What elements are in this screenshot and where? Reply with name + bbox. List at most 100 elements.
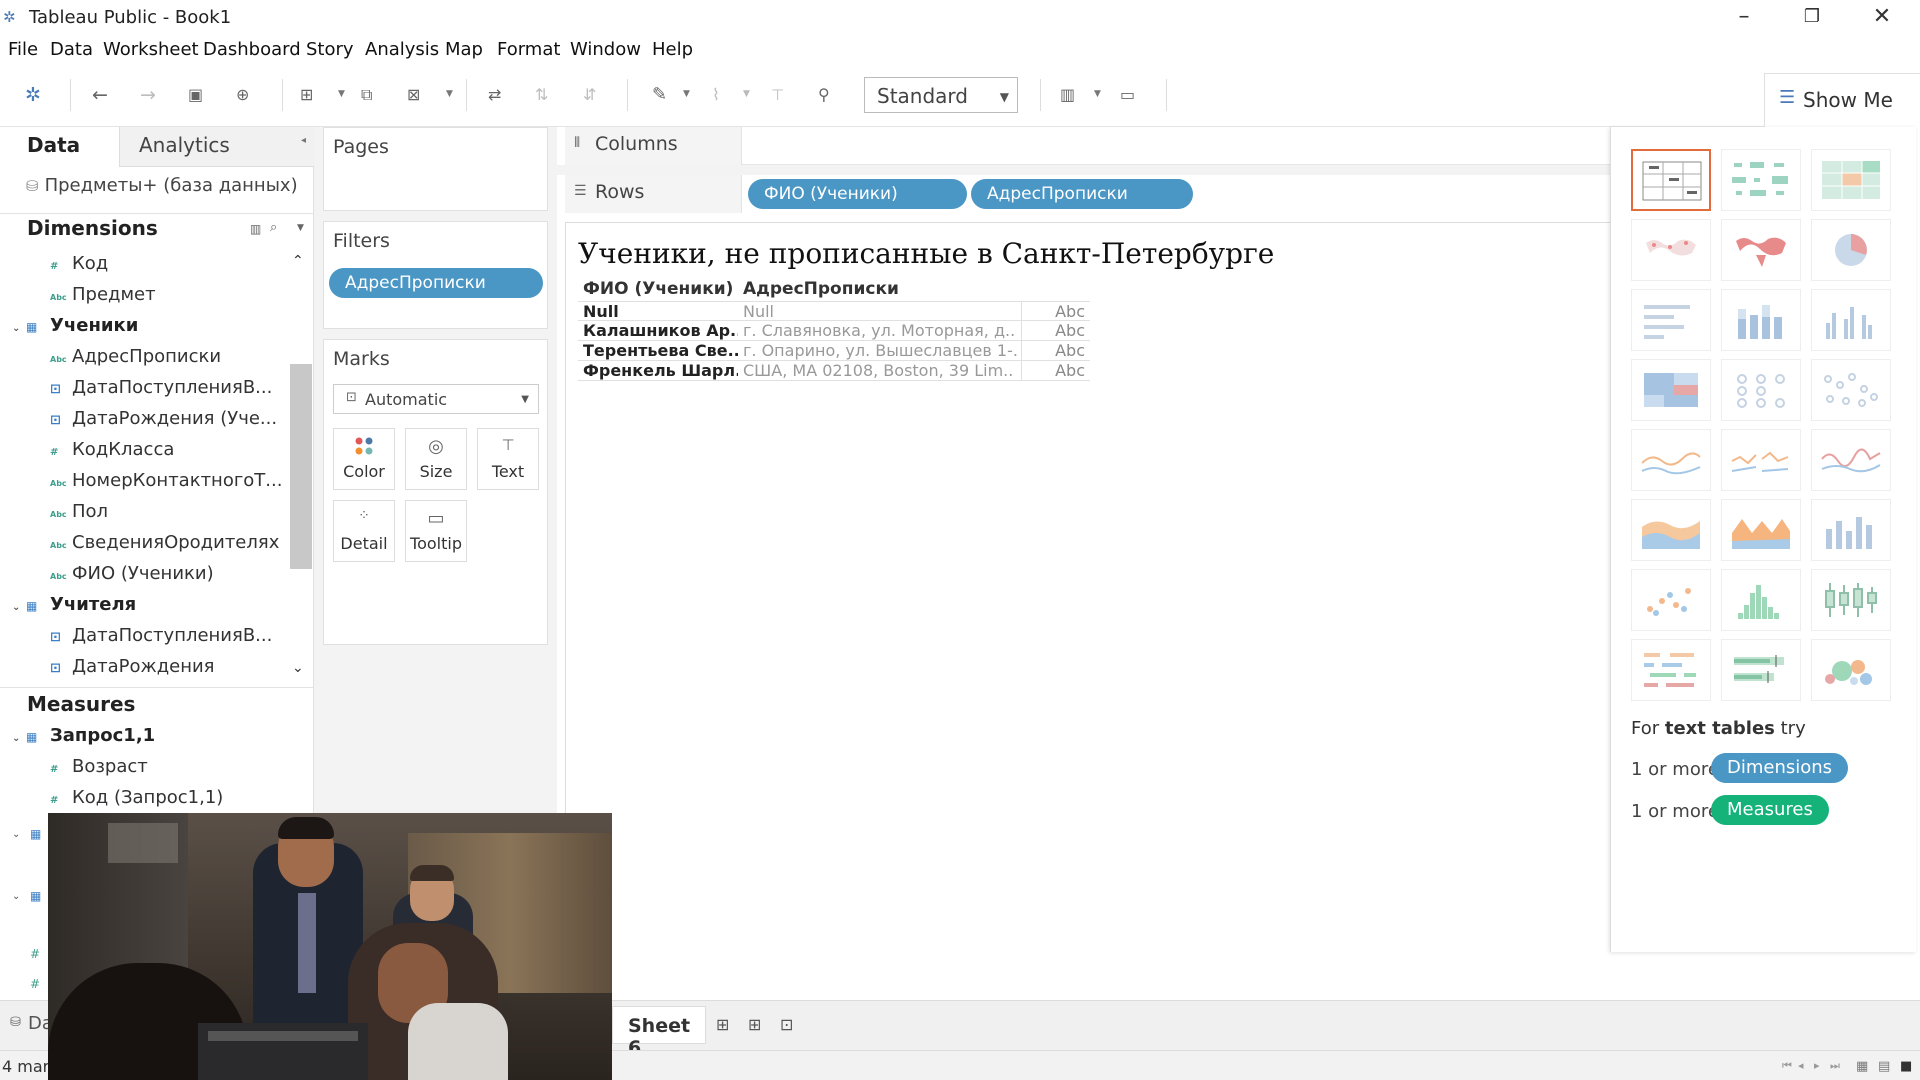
chart-type-text-table[interactable] xyxy=(1631,149,1711,211)
chart-type-area-discrete[interactable] xyxy=(1721,499,1801,561)
scroll-down-icon[interactable]: ⌄ xyxy=(292,660,304,676)
field-teacher-birth-date[interactable]: ⊡ ДатаРождения xyxy=(50,656,215,686)
chart-type-horizontal-bars[interactable] xyxy=(1631,289,1711,351)
menu-dashboard[interactable]: Dashboard xyxy=(203,39,301,60)
chart-type-side-by-side-bars[interactable] xyxy=(1811,289,1891,351)
viz-canvas[interactable]: Ученики, не прописанные в Санкт-Петербур… xyxy=(565,222,1610,1000)
table-row[interactable]: Френкель Шарл.. США, MA 02108, Boston, 3… xyxy=(578,361,1090,381)
chart-type-packed-bubbles[interactable] xyxy=(1811,639,1891,701)
pages-card[interactable]: Pages xyxy=(323,127,548,211)
header-student-name[interactable]: ФИО (Ученики) xyxy=(583,279,733,299)
chart-type-gantt[interactable] xyxy=(1631,639,1711,701)
chart-type-stacked-bars[interactable] xyxy=(1721,289,1801,351)
chevron-down-icon[interactable]: ⌄ xyxy=(12,891,20,902)
chart-type-circle-views[interactable] xyxy=(1721,359,1801,421)
menu-window[interactable]: Window xyxy=(570,39,641,60)
highlight-icon[interactable]: ✎ xyxy=(652,82,667,108)
field-teacher-admission-date[interactable]: ⊡ ДатаПоступленияВ... xyxy=(50,625,272,655)
scroll-up-icon[interactable]: ⌃ xyxy=(292,253,304,269)
grid-view-icon[interactable]: ▦ xyxy=(1856,1059,1868,1074)
tab-analytics[interactable]: Analytics ◂ xyxy=(119,127,314,167)
undo-icon[interactable]: ← xyxy=(92,82,108,108)
mark-type-select[interactable]: ⊡ Automatic ▼ xyxy=(333,384,539,414)
chart-type-discrete-lines[interactable] xyxy=(1721,429,1801,491)
add-datasource-icon[interactable]: ⊕ xyxy=(236,82,249,108)
restore-button[interactable]: ❐ xyxy=(1782,2,1842,32)
datasource-item[interactable]: ⛁ Предметы+ (база данных) xyxy=(26,175,298,196)
clear-sheet-icon[interactable]: ⊠ xyxy=(407,82,420,108)
row-pill-address[interactable]: АдресПрописки xyxy=(971,179,1193,209)
new-worksheet-icon[interactable]: ⊞ xyxy=(716,1015,729,1034)
chart-type-area-continuous[interactable] xyxy=(1631,499,1711,561)
chart-type-dual-lines[interactable] xyxy=(1811,429,1891,491)
detail-button[interactable]: ⁘ Detail xyxy=(333,500,395,562)
field-address[interactable]: Abc АдресПрописки xyxy=(50,346,221,376)
header-address[interactable]: АдресПрописки xyxy=(743,279,899,299)
chart-type-histogram[interactable] xyxy=(1721,569,1801,631)
scrollbar-thumb[interactable] xyxy=(290,364,312,569)
menu-file[interactable]: File xyxy=(8,39,38,60)
field-birth-date[interactable]: ⊡ ДатаРождения (Уче... xyxy=(50,408,277,438)
text-button[interactable]: ⊤ Text xyxy=(477,428,539,490)
field-admission-date[interactable]: ⊡ ДатаПоступленияВ... xyxy=(50,377,272,407)
chart-type-box-whisker[interactable] xyxy=(1811,569,1891,631)
new-worksheet-icon[interactable]: ⊞ xyxy=(300,82,313,108)
menu-map[interactable]: Map xyxy=(445,39,483,60)
clear-sheet-dropdown-icon[interactable]: ▼ xyxy=(446,89,453,99)
highlight-dropdown-icon[interactable]: ▼ xyxy=(683,89,690,99)
field-phone[interactable]: Abc НомерКонтактногоТ... xyxy=(50,470,282,500)
search-icon[interactable]: ⌕ xyxy=(270,220,277,235)
filmstrip-view-icon[interactable]: ▤ xyxy=(1878,1059,1890,1074)
rows-shelf[interactable]: ☰ Rows ФИО (Ученики) АдресПрописки xyxy=(565,175,1610,213)
show-cards-dropdown-icon[interactable]: ▼ xyxy=(1094,89,1101,99)
group-members-icon[interactable]: ⌇ xyxy=(712,82,720,108)
menu-data[interactable]: Data xyxy=(50,39,93,60)
sort-descending-icon[interactable]: ⇵ xyxy=(583,82,596,108)
duplicate-sheet-icon[interactable]: ⧉ xyxy=(361,82,372,108)
pin-axes-icon[interactable]: ⚲ xyxy=(818,82,830,108)
chart-type-pie[interactable] xyxy=(1811,219,1891,281)
table-row[interactable]: Null Null Abc xyxy=(578,301,1090,322)
new-story-icon[interactable]: ⊡ xyxy=(780,1015,793,1034)
columns-shelf[interactable]: ⦀ Columns xyxy=(565,127,1610,165)
filters-card[interactable]: Filters АдресПрописки xyxy=(323,221,548,329)
tooltip-button[interactable]: ▭ Tooltip xyxy=(405,500,467,562)
chart-type-bullet[interactable] xyxy=(1721,639,1801,701)
chevron-down-icon[interactable]: ⌄ xyxy=(12,829,20,840)
group-dropdown-icon[interactable]: ▼ xyxy=(743,89,750,99)
save-icon[interactable]: ▣ xyxy=(188,82,203,108)
tab-sheet-6[interactable]: Sheet 6 xyxy=(612,1006,706,1059)
chart-type-treemap[interactable] xyxy=(1631,359,1711,421)
folder-teachers[interactable]: ⌄ ▦ Учителя xyxy=(12,594,136,615)
menu-analysis[interactable]: Analysis xyxy=(365,39,439,60)
table-row[interactable]: Калашников Ар.. г. Славяновка, ул. Мотор… xyxy=(578,321,1090,341)
view-toggle-icon[interactable]: ▥ xyxy=(250,222,261,236)
datasource-tab-icon[interactable]: ⛁ xyxy=(10,1015,21,1030)
chart-type-heat-map[interactable] xyxy=(1721,149,1801,211)
field-kod[interactable]: # Код xyxy=(50,253,108,283)
collapse-pane-icon[interactable]: ◂ xyxy=(301,135,306,146)
video-overlay[interactable] xyxy=(48,813,612,1080)
chart-type-side-by-side-circles[interactable] xyxy=(1811,359,1891,421)
filter-pill-address[interactable]: АдресПрописки xyxy=(329,268,543,298)
chart-type-symbol-map[interactable] xyxy=(1631,219,1711,281)
minimize-button[interactable]: – xyxy=(1714,2,1774,32)
field-student-name[interactable]: Abc ФИО (Ученики) xyxy=(50,563,214,593)
chart-type-continuous-lines[interactable] xyxy=(1631,429,1711,491)
menu-worksheet[interactable]: Worksheet xyxy=(103,39,199,60)
show-mark-labels-icon[interactable]: ⊤ xyxy=(771,82,784,108)
field-age[interactable]: # Возраст xyxy=(50,756,148,786)
chart-type-filled-map[interactable] xyxy=(1721,219,1801,281)
new-worksheet-dropdown-icon[interactable]: ▼ xyxy=(338,89,345,99)
new-dashboard-icon[interactable]: ⊞ xyxy=(748,1015,761,1034)
redo-icon[interactable]: → xyxy=(140,82,156,108)
presentation-mode-icon[interactable]: ▭ xyxy=(1120,82,1135,108)
folder-students[interactable]: ⌄ ▦ Ученики xyxy=(12,315,138,336)
row-pill-student-name[interactable]: ФИО (Ученики) xyxy=(748,179,967,209)
close-button[interactable]: ✕ xyxy=(1852,2,1912,32)
prev-page-icon[interactable]: ◂ xyxy=(1798,1059,1804,1072)
tableau-home-icon[interactable]: ✲ xyxy=(25,82,41,108)
tab-data[interactable]: Data xyxy=(0,127,119,167)
chart-type-highlight-table[interactable] xyxy=(1811,149,1891,211)
last-page-icon[interactable]: ⏭ xyxy=(1830,1059,1840,1073)
